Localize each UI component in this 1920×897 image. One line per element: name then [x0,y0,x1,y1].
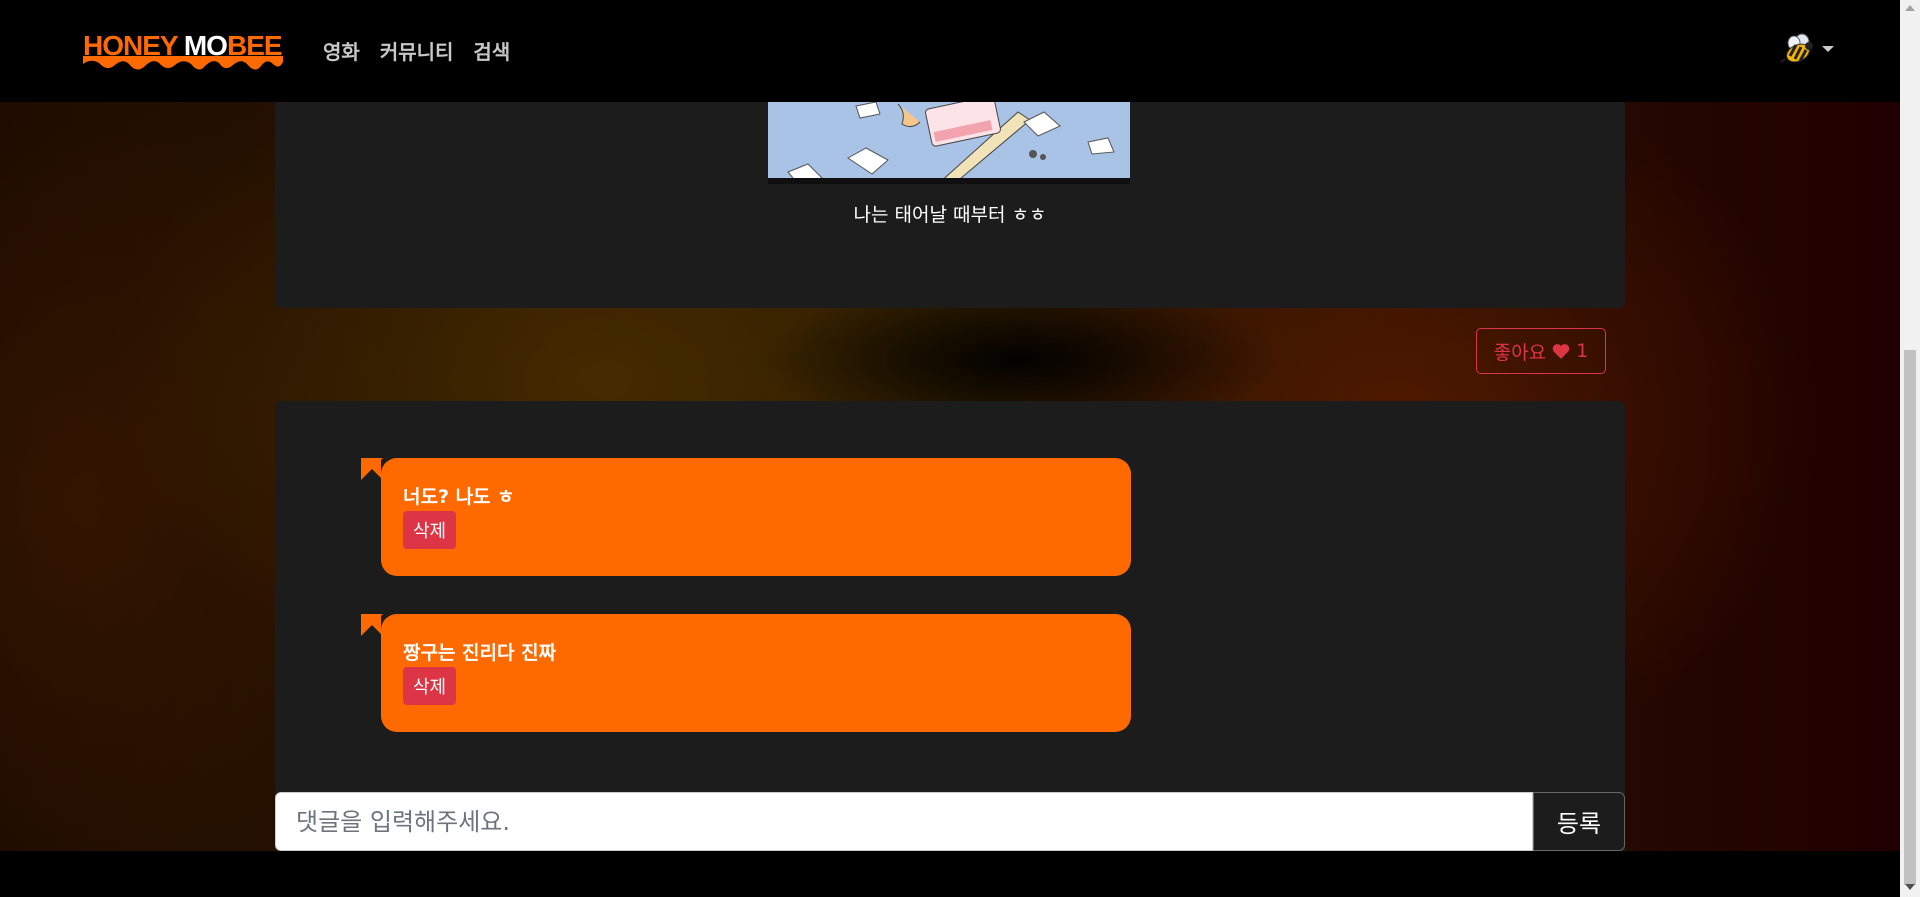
like-count: 1 [1576,340,1589,362]
chevron-down-icon [1822,46,1834,52]
comments-section: 너도? 나도 ㅎ 삭제 짱구는 진리다 진짜 삭제 [275,401,1625,851]
scroll-down-arrow-icon[interactable] [1905,884,1915,890]
nav-link-community[interactable]: 커뮤니티 [380,36,454,65]
nav-link-movies[interactable]: 영화 [323,36,360,65]
delete-comment-button[interactable]: 삭제 [403,511,457,549]
user-menu-dropdown[interactable] [1780,32,1834,66]
nav-link-search[interactable]: 검색 [473,36,510,65]
speech-tail [361,458,381,478]
scrollbar-thumb[interactable] [1904,350,1916,885]
like-button[interactable]: 좋아요 1 [1476,328,1606,374]
cartoon-illustration [768,102,1130,178]
scroll-up-arrow-icon[interactable] [1905,5,1915,11]
comment-bubble: 너도? 나도 ㅎ 삭제 [361,458,1131,576]
honey-drip-icon [83,56,283,70]
speech-tail [361,614,381,634]
delete-comment-button[interactable]: 삭제 [403,667,457,705]
nav-links: 영화 커뮤니티 검색 [323,36,510,65]
post-image [768,102,1130,184]
post-caption: 나는 태어날 때부터 ㅎㅎ [853,204,1047,226]
page-scrollbar[interactable] [1900,0,1920,897]
comment-input[interactable] [275,792,1533,851]
comment-text: 짱구는 진리다 진짜 [403,642,557,664]
comment-bubble: 짱구는 진리다 진짜 삭제 [361,614,1131,732]
like-label: 좋아요 [1493,341,1547,364]
post-card: 나는 태어날 때부터 ㅎㅎ [275,102,1625,308]
comment-form: 등록 [275,792,1625,851]
heart-icon [1552,343,1570,359]
navbar: HONEY MOBEE 영화 커뮤니티 검색 [0,0,1900,102]
footer-strip [0,851,1900,897]
comment-text: 너도? 나도 ㅎ [403,486,515,508]
submit-comment-button[interactable]: 등록 [1533,792,1625,851]
bee-icon [1780,33,1813,63]
logo[interactable]: HONEY MOBEE [83,28,283,76]
